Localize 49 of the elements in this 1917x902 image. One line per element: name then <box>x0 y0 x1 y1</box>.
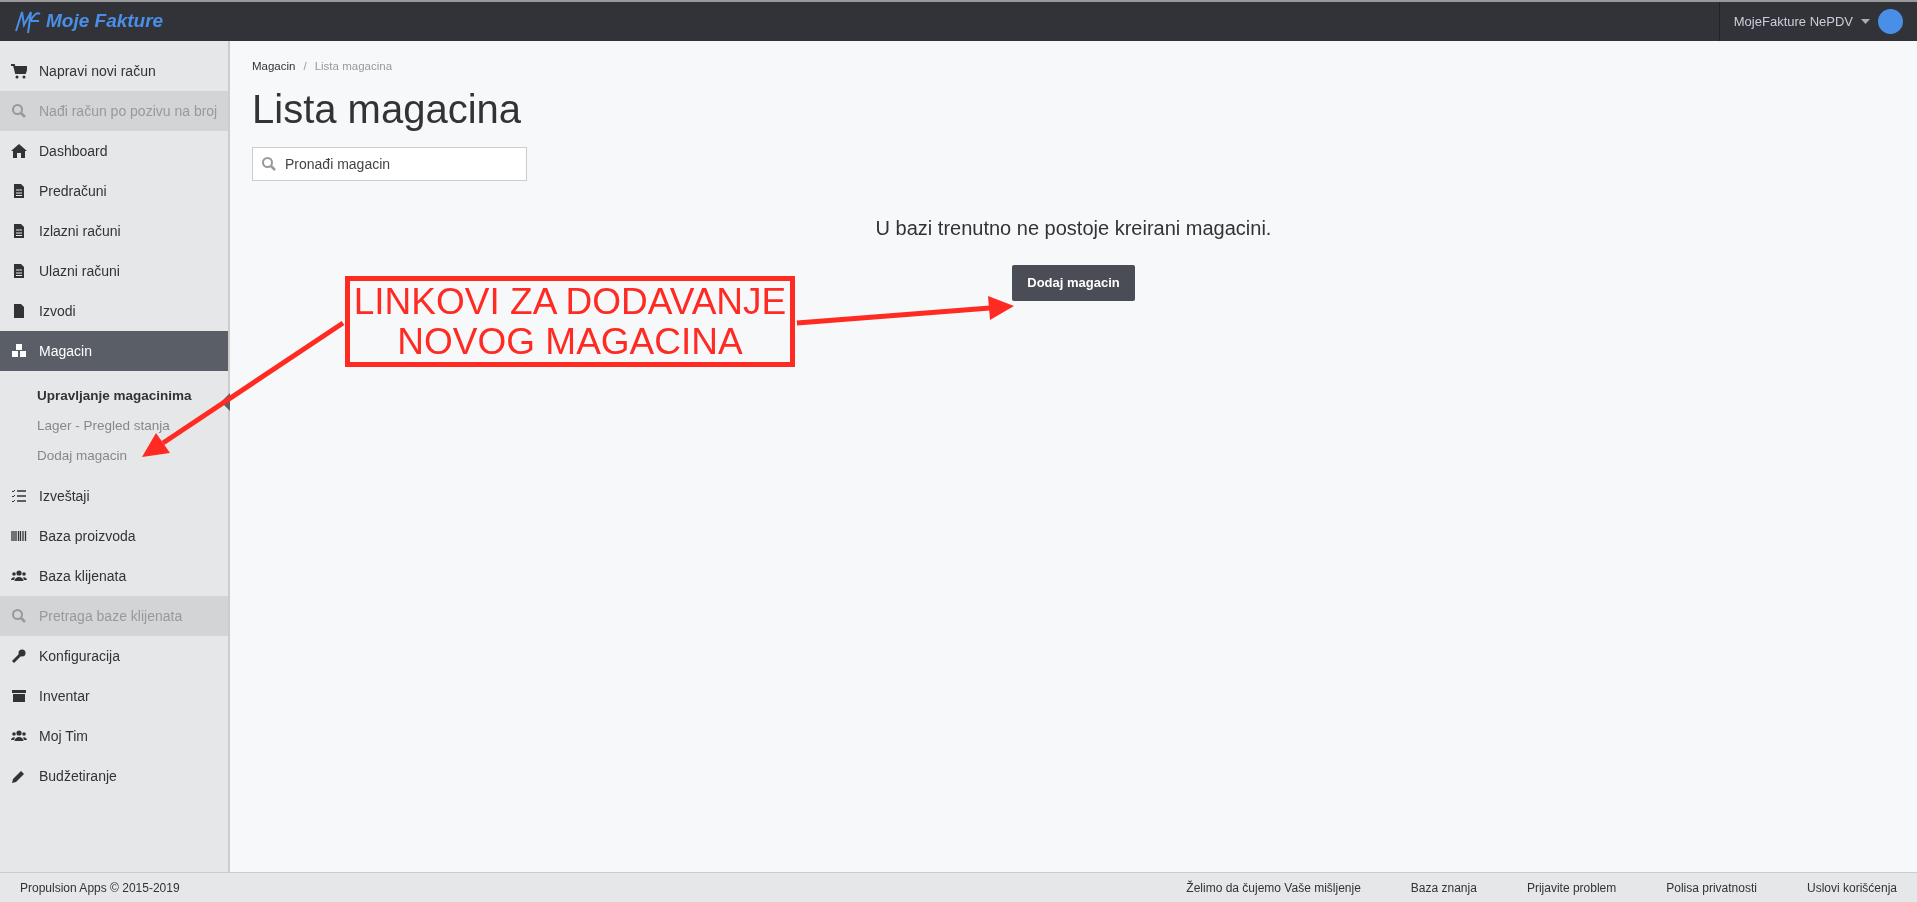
footer-link[interactable]: Želimo da čujemo Vaše mišljenje <box>1186 878 1361 897</box>
sidebar-item[interactable]: Ulazni računi <box>0 251 228 291</box>
footer-link[interactable]: Baza znanja <box>1410 878 1477 897</box>
barcode-icon <box>11 528 27 544</box>
pencil-icon <box>11 768 27 784</box>
file-icon <box>11 303 27 319</box>
user-avatar[interactable] <box>1878 9 1903 34</box>
sidebar-item[interactable]: Baza klijenata <box>0 556 228 596</box>
checklist-icon <box>11 488 27 504</box>
document-icon <box>11 223 27 239</box>
breadcrumb-item[interactable]: Magacin <box>252 58 296 76</box>
breadcrumb-separator: / <box>303 59 307 74</box>
page-title: Lista magacina <box>252 86 523 134</box>
logo-text[interactable]: Moje Fakture <box>46 7 164 36</box>
search-icon <box>11 103 27 119</box>
sidebar-item[interactable]: Budžetiranje <box>0 756 228 796</box>
footer-link[interactable]: Polisa privatnosti <box>1666 878 1757 897</box>
sidebar-item[interactable]: Dashboard <box>0 131 228 171</box>
document-icon <box>11 263 27 279</box>
sidebar-item[interactable]: Inventar <box>0 676 228 716</box>
search-field[interactable]: Pronađi magacin <box>252 147 527 182</box>
breadcrumb-item: Lista magacina <box>314 59 393 74</box>
search-icon <box>11 608 27 624</box>
sidebar-item[interactable]: Baza proizvoda <box>0 516 228 556</box>
user-name[interactable]: MojeFakture NePDV <box>1733 11 1853 32</box>
caret-icon[interactable] <box>1861 19 1870 24</box>
sidebar-item[interactable]: Napravi novi račun <box>0 41 228 91</box>
cart-icon <box>11 63 27 79</box>
sidebar-item[interactable]: Izvodi <box>0 291 228 331</box>
copyright-text: Propulsion Apps © 2015-2019 <box>20 879 180 897</box>
archive-icon <box>11 688 27 704</box>
sidebar-item[interactable]: Izveštaji <box>0 476 228 516</box>
document-icon <box>11 183 27 199</box>
footer-link[interactable]: Uslovi korišćenja <box>1806 878 1897 897</box>
sidebar-item[interactable]: Moj Tim <box>0 716 228 756</box>
submenu-item[interactable]: Upravljanje magacinima <box>37 381 228 411</box>
users-icon <box>11 568 27 584</box>
users-icon <box>11 728 27 744</box>
wrench-icon <box>11 648 27 664</box>
cubes-icon <box>11 343 27 359</box>
home-icon <box>11 143 27 159</box>
footer-link[interactable]: Prijavite problem <box>1526 878 1617 897</box>
annotation-callout: LINKOVI ZA DODAVANJE NOVOG MAGACINA <box>345 276 795 367</box>
sidebar-item[interactable]: Izlazni računi <box>0 211 228 251</box>
sidebar-item[interactable]: Predračuni <box>0 171 228 211</box>
sidebar-item[interactable]: Konfiguracija <box>0 636 228 676</box>
add-warehouse-button[interactable]: Dodaj magacin <box>1012 265 1135 301</box>
empty-message: U bazi trenutno ne postoje kreirani magacini. <box>874 216 1273 242</box>
sidebar-item[interactable]: Magacin <box>0 331 228 371</box>
